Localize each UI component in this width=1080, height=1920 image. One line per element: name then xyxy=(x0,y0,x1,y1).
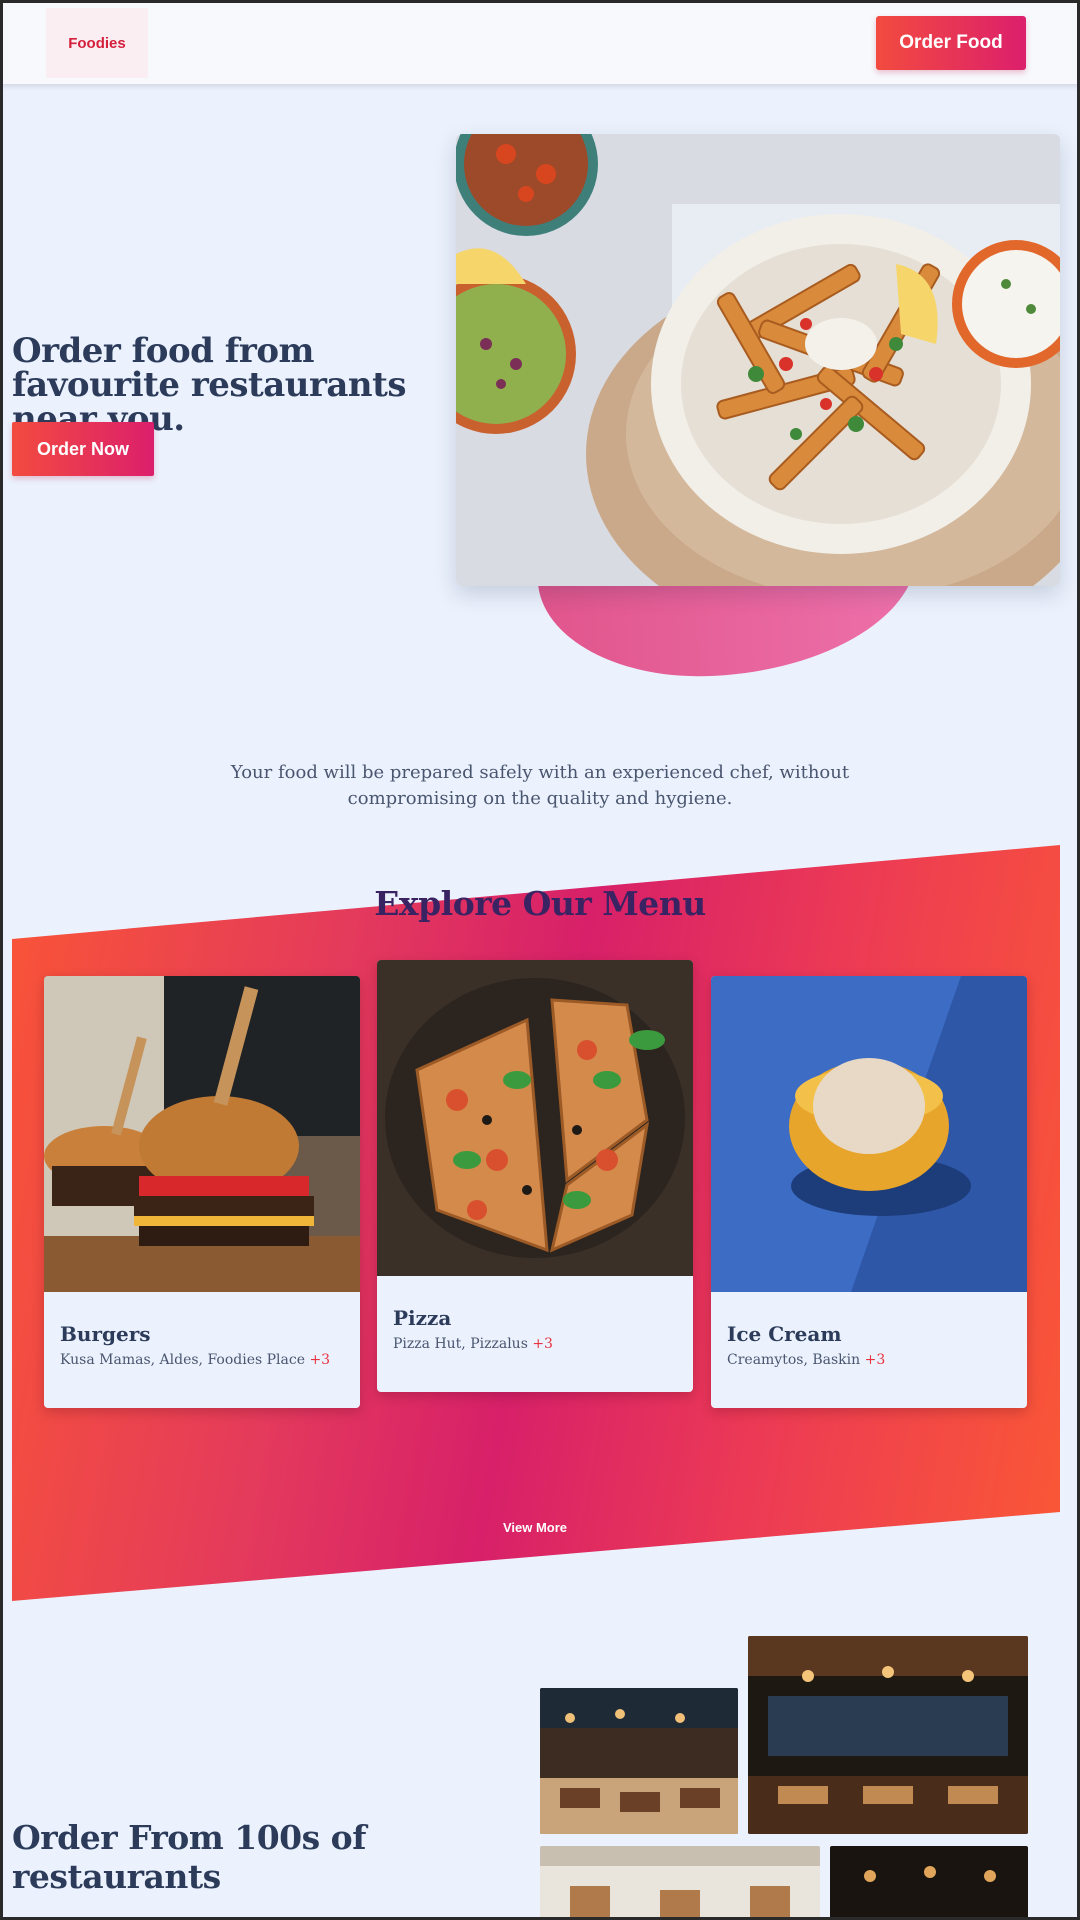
fries-bowl-illustration xyxy=(456,134,1060,586)
restaurants-section-title: Order From 100s of restaurants xyxy=(12,1818,366,1896)
restaurant-photo-4 xyxy=(830,1846,1028,1920)
burger-image xyxy=(44,976,360,1292)
ice-cream-image xyxy=(711,976,1027,1292)
card-restaurants: Kusa Mamas, Aldes, Foodies Place +3 xyxy=(60,1350,344,1370)
more-count[interactable]: +3 xyxy=(532,1336,553,1352)
logo[interactable]: Foodies xyxy=(46,8,148,78)
restaurant-list: Pizza Hut, Pizzalus xyxy=(393,1336,528,1352)
more-count[interactable]: +3 xyxy=(309,1352,330,1368)
card-title: Ice Cream xyxy=(727,1322,842,1346)
menu-card-burgers[interactable]: Burgers Kusa Mamas, Aldes, Foodies Place… xyxy=(44,976,360,1408)
menu-card-ice-cream[interactable]: Ice Cream Creamytos, Baskin +3 xyxy=(711,976,1027,1408)
pizza-image xyxy=(377,960,693,1276)
more-count[interactable]: +3 xyxy=(865,1352,886,1368)
menu-card-pizza[interactable]: Pizza Pizza Hut, Pizzalus +3 xyxy=(377,960,693,1392)
restaurant-photo-3 xyxy=(540,1846,820,1920)
card-title: Pizza xyxy=(393,1306,452,1330)
order-now-button[interactable]: Order Now xyxy=(12,422,154,476)
card-restaurants: Creamytos, Baskin +3 xyxy=(727,1350,1011,1370)
tagline-text: Your food will be prepared safely with a… xyxy=(230,762,850,809)
restaurant-list: Kusa Mamas, Aldes, Foodies Place xyxy=(60,1352,305,1368)
hero-heading: Order food from favourite restaurants ne… xyxy=(12,331,406,439)
card-restaurants: Pizza Hut, Pizzalus +3 xyxy=(393,1334,677,1354)
view-more-link[interactable]: View More xyxy=(470,1520,600,1535)
card-title: Burgers xyxy=(60,1322,151,1346)
top-navbar: Foodies Order Food xyxy=(0,0,1080,84)
restaurant-list: Creamytos, Baskin xyxy=(727,1352,861,1368)
menu-section-title: Explore Our Menu xyxy=(374,884,706,923)
restaurant-photo-2 xyxy=(748,1636,1028,1834)
order-food-button[interactable]: Order Food xyxy=(876,16,1026,70)
restaurant-photo-1 xyxy=(540,1688,738,1834)
hero-food-image xyxy=(456,134,1060,586)
